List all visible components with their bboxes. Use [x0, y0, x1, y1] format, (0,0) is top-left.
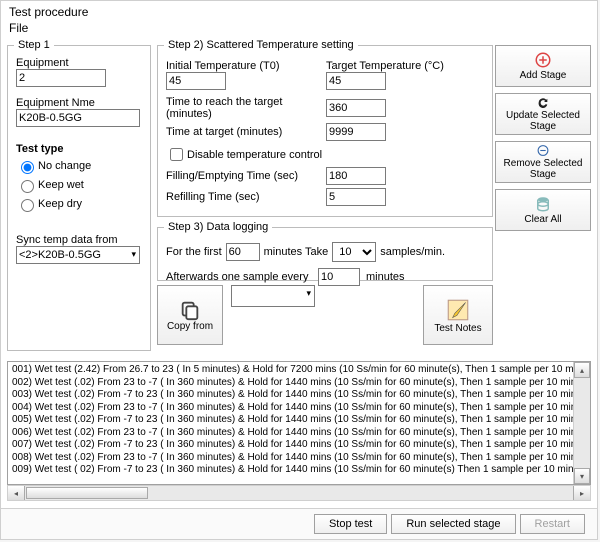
- radio-keep-wet[interactable]: [21, 180, 34, 193]
- log-line[interactable]: 006) Wet test (.02) From 23 to -7 ( In 3…: [12, 427, 569, 440]
- scroll-track[interactable]: [149, 486, 573, 500]
- step1-group: Step 1 Equipment Equipment Nme Test type…: [7, 39, 151, 351]
- refill-time-label: Refilling Time (sec): [166, 191, 326, 203]
- log-line[interactable]: 004) Wet test (.02) From 23 to -7 ( In 3…: [12, 402, 569, 415]
- disable-temp-label: Disable temperature control: [187, 149, 322, 161]
- radio-keep-dry-row[interactable]: Keep dry: [16, 196, 142, 212]
- fill-time-label: Filling/Emptying Time (sec): [166, 170, 326, 182]
- equipment-name-label: Equipment Nme: [16, 97, 142, 109]
- minus-circle-icon: [534, 144, 552, 157]
- radio-no-change-row[interactable]: No change: [16, 158, 142, 174]
- equipment-name-field[interactable]: [16, 109, 140, 127]
- vertical-scrollbar[interactable]: ▴ ▾: [573, 362, 590, 484]
- log-listbox[interactable]: 001) Wet test (2.42) From 26.7 to 23 ( I…: [7, 361, 591, 485]
- time-at-target-field[interactable]: [326, 123, 386, 141]
- scroll-up-icon[interactable]: ▴: [574, 362, 590, 378]
- notes-icon: [445, 297, 471, 323]
- log-line[interactable]: 005) Wet test (.02) From -7 to 23 ( In 3…: [12, 414, 569, 427]
- step2-legend: Step 2) Scattered Temperature setting: [164, 39, 358, 51]
- first-minutes-field[interactable]: [226, 243, 260, 261]
- database-icon: [534, 195, 552, 213]
- time-at-target-label: Time at target (minutes): [166, 126, 326, 138]
- sync-label: Sync temp data from: [16, 234, 142, 246]
- stop-test-button[interactable]: Stop test: [314, 514, 387, 534]
- scroll-down-icon[interactable]: ▾: [574, 468, 590, 484]
- initial-temp-field[interactable]: [166, 72, 226, 90]
- fill-time-field[interactable]: [326, 167, 386, 185]
- client-area: Step 1 Equipment Equipment Nme Test type…: [1, 39, 597, 509]
- time-reach-label: Time to reach the target (minutes): [166, 96, 326, 120]
- after-pre-label: Afterwards one sample every: [166, 271, 312, 283]
- test-notes-button[interactable]: Test Notes: [423, 285, 493, 345]
- scroll-right-icon[interactable]: ▸: [573, 486, 590, 500]
- log-line[interactable]: 009) Wet test ( 02) From -7 to 23 ( In 3…: [12, 464, 569, 477]
- radio-no-change[interactable]: [21, 161, 34, 174]
- chevron-down-icon[interactable]: [304, 287, 311, 299]
- add-stage-button[interactable]: Add Stage: [495, 45, 591, 87]
- copy-from-combo[interactable]: [231, 285, 315, 307]
- app-window: Test procedure File Step 1 Equipment Equ…: [0, 0, 598, 540]
- log-line[interactable]: 003) Wet test (.02) From -7 to 23 ( In 3…: [12, 389, 569, 402]
- run-selected-stage-button[interactable]: Run selected stage: [391, 514, 515, 534]
- radio-keep-wet-row[interactable]: Keep wet: [16, 177, 142, 193]
- disable-temp-checkbox[interactable]: [170, 148, 183, 161]
- refresh-icon: [534, 96, 552, 109]
- copy-from-label: Copy from: [167, 321, 213, 332]
- side-buttons: Add Stage Update Selected Stage Remove S…: [495, 45, 591, 231]
- radio-keep-wet-label: Keep wet: [38, 179, 84, 191]
- update-stage-button[interactable]: Update Selected Stage: [495, 93, 591, 135]
- step3-group: Step 3) Data logging For the first minut…: [157, 221, 493, 281]
- equipment-field[interactable]: [16, 69, 106, 87]
- remove-stage-label: Remove Selected Stage: [498, 159, 588, 180]
- add-stage-label: Add Stage: [520, 71, 567, 82]
- clear-all-button[interactable]: Clear All: [495, 189, 591, 231]
- target-temp-field[interactable]: [326, 72, 386, 90]
- radio-no-change-label: No change: [38, 160, 91, 172]
- refill-time-field[interactable]: [326, 188, 386, 206]
- scroll-thumb[interactable]: [26, 487, 148, 499]
- take-combo[interactable]: 10: [332, 242, 376, 262]
- after-post-label: minutes: [366, 271, 405, 283]
- plus-circle-icon: [534, 51, 552, 69]
- initial-temp-label: Initial Temperature (T0): [166, 60, 326, 72]
- first-mid-label: minutes Take: [264, 246, 329, 258]
- log-text[interactable]: 001) Wet test (2.42) From 26.7 to 23 ( I…: [8, 362, 573, 484]
- first-post-label: samples/min.: [380, 246, 445, 258]
- update-stage-label: Update Selected Stage: [498, 111, 588, 132]
- restart-button[interactable]: Restart: [520, 514, 585, 534]
- log-line[interactable]: 007) Wet test (.02) From -7 to 23 ( In 3…: [12, 439, 569, 452]
- copy-icon: [179, 299, 201, 321]
- first-pre-label: For the first: [166, 246, 222, 258]
- remove-stage-button[interactable]: Remove Selected Stage: [495, 141, 591, 183]
- menubar: File: [1, 19, 597, 39]
- radio-keep-dry-label: Keep dry: [38, 198, 82, 210]
- window-title: Test procedure: [1, 1, 597, 19]
- log-line[interactable]: 001) Wet test (2.42) From 26.7 to 23 ( I…: [12, 364, 569, 377]
- after-value-field[interactable]: [318, 268, 360, 286]
- log-line[interactable]: 002) Wet test (.02) From 23 to -7 ( In 3…: [12, 377, 569, 390]
- horizontal-scrollbar[interactable]: ◂ ▸: [7, 485, 591, 501]
- time-reach-field[interactable]: [326, 99, 386, 117]
- log-line[interactable]: 008) Wet test (.02) From 23 to -7 ( In 3…: [12, 452, 569, 465]
- sync-combo[interactable]: [16, 246, 140, 264]
- test-type-label: Test type: [16, 143, 142, 155]
- step2-group: Step 2) Scattered Temperature setting In…: [157, 39, 493, 217]
- step3-legend: Step 3) Data logging: [164, 221, 272, 233]
- test-notes-label: Test Notes: [434, 323, 481, 334]
- chevron-down-icon[interactable]: [129, 248, 136, 260]
- menu-file[interactable]: File: [9, 21, 28, 35]
- target-temp-label: Target Temperature (°C): [326, 60, 444, 72]
- bottom-bar: Stop test Run selected stage Restart: [1, 508, 597, 539]
- step1-legend: Step 1: [14, 39, 54, 51]
- scroll-left-icon[interactable]: ◂: [8, 486, 25, 500]
- clear-all-label: Clear All: [524, 215, 561, 226]
- equipment-label: Equipment: [16, 57, 142, 69]
- radio-keep-dry[interactable]: [21, 199, 34, 212]
- mid-actions: Copy from Test Notes: [157, 285, 493, 349]
- copy-from-button[interactable]: Copy from: [157, 285, 223, 345]
